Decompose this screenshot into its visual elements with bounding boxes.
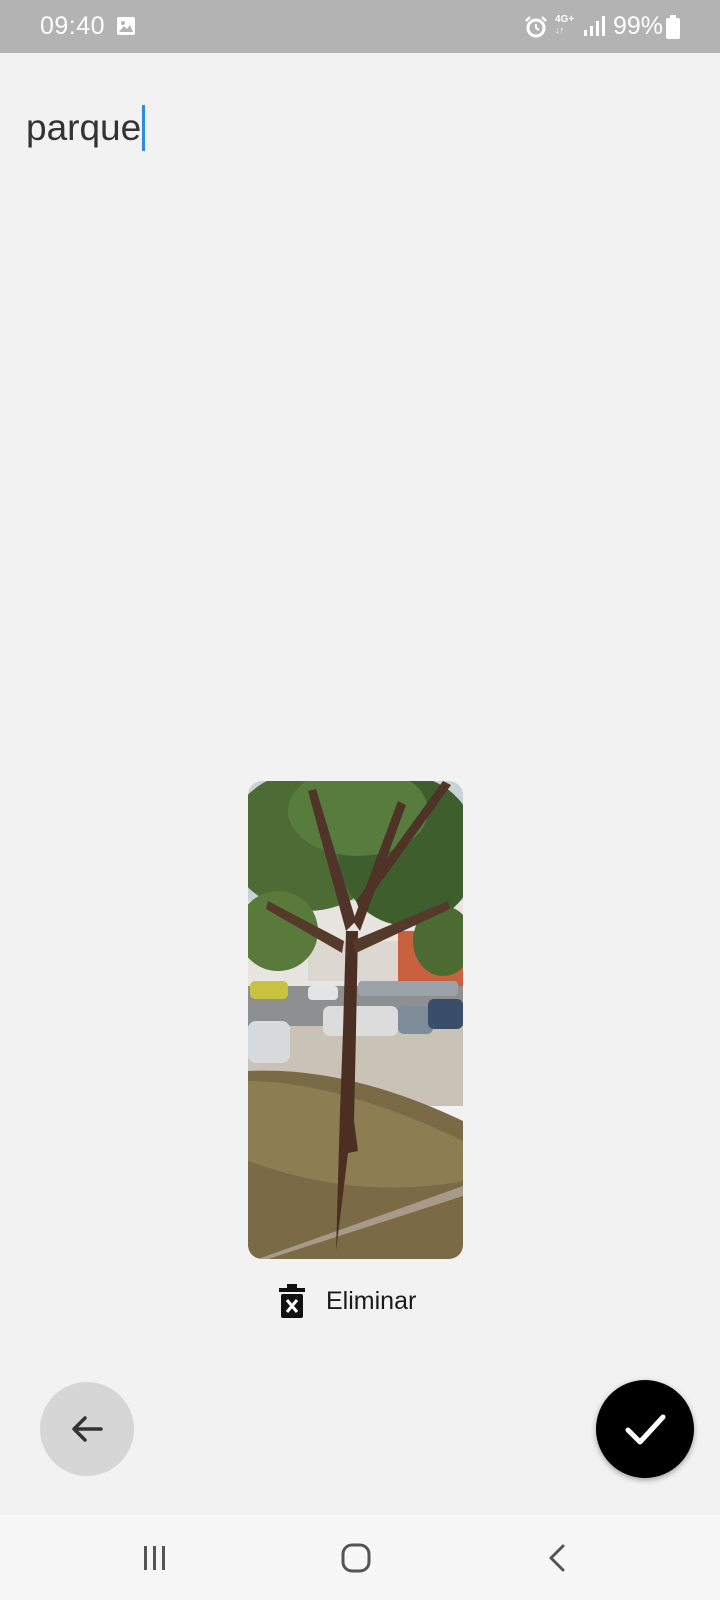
back-icon (549, 1544, 565, 1571)
note-title-text: parque (26, 107, 142, 148)
network-label: 4G+ (555, 14, 575, 25)
gallery-icon (117, 17, 135, 35)
battery-icon (666, 15, 680, 39)
confirm-button[interactable] (596, 1380, 694, 1478)
status-time: 09:40 (40, 12, 106, 40)
battery-percent: 99% (613, 12, 664, 40)
text-caret (142, 105, 146, 151)
check-icon (625, 1414, 666, 1445)
nav-back-button[interactable] (498, 1515, 618, 1600)
network-4g-icon: 4G+ ↓↑ (555, 14, 575, 35)
home-icon (341, 1543, 371, 1572)
signal-icon (584, 16, 605, 36)
status-bar: 09:40 4G+ ↓↑ 99% (0, 0, 720, 53)
attached-photo[interactable] (248, 781, 463, 1259)
alarm-icon (525, 16, 547, 38)
note-editor-screen: 09:40 4G+ ↓↑ 99% parque Eliminar (0, 0, 720, 1600)
back-button[interactable] (40, 1382, 134, 1476)
arrow-left-icon (72, 1416, 103, 1442)
delete-attachment-button[interactable]: Eliminar (278, 1283, 416, 1319)
system-nav-bar (0, 1515, 720, 1600)
recents-button[interactable] (95, 1515, 215, 1600)
recents-icon (144, 1545, 165, 1570)
delete-label: Eliminar (326, 1286, 417, 1315)
trash-x-icon (279, 1284, 305, 1318)
note-title-input[interactable]: parque (26, 104, 146, 152)
tree-photo-image (248, 781, 463, 1259)
home-button[interactable] (296, 1515, 416, 1600)
